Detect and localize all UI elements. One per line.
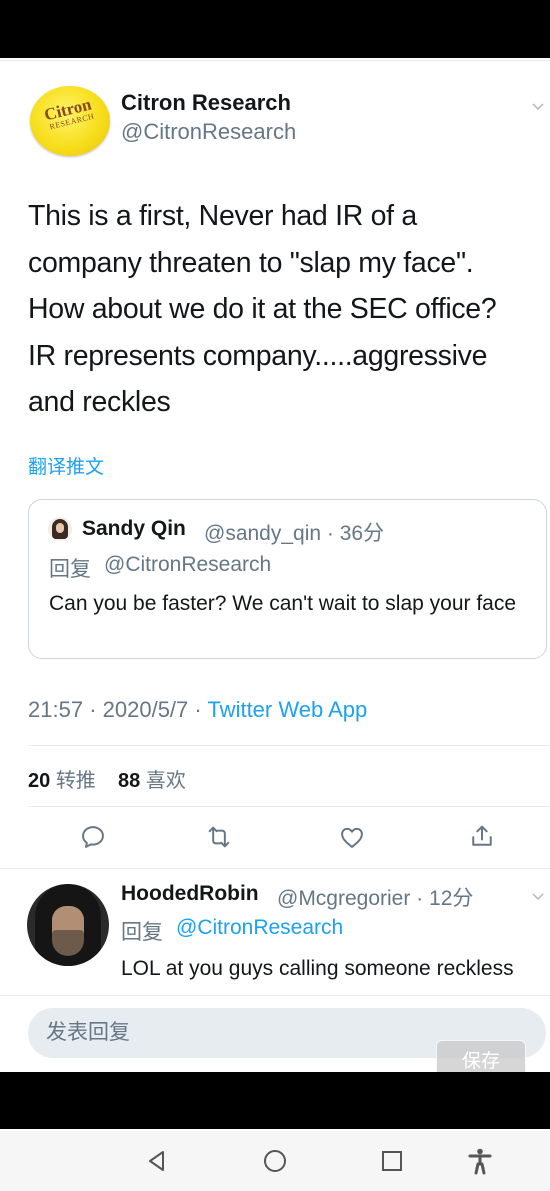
recent-apps-icon[interactable]: [378, 1147, 406, 1175]
tweet-text: This is a first, Never had IR of a compa…: [28, 200, 497, 419]
status-bar: [0, 0, 550, 58]
separator-dot: ·: [194, 697, 208, 722]
like-count[interactable]: 88: [118, 770, 140, 792]
reply-icon[interactable]: [79, 823, 107, 851]
share-icon[interactable]: [468, 822, 496, 850]
retweet-count-label[interactable]: 转推: [56, 770, 96, 792]
reply-text-container: LOL at you guys calling someone reckless: [121, 950, 546, 995]
quoted-author-avatar: [48, 517, 72, 541]
divider: [28, 806, 550, 807]
reply-author-avatar[interactable]: [27, 884, 109, 966]
quoted-reply-to: @CitronResearch: [104, 553, 272, 576]
quoted-tweet-text: Can you be faster? We can't wait to slap…: [49, 592, 517, 615]
chevron-down-icon[interactable]: [532, 890, 544, 902]
translate-tweet-link[interactable]: 翻译推文: [28, 452, 104, 479]
quoted-reply-prefix: 回复: [49, 558, 91, 581]
retweet-icon[interactable]: [205, 823, 233, 851]
tweet-source-link[interactable]: Twitter Web App: [207, 697, 367, 722]
tweet-time: 21:57: [28, 697, 84, 722]
reply-text: LOL at you guys calling someone reckless: [121, 957, 514, 980]
divider: [0, 868, 550, 869]
divider: [28, 745, 550, 746]
author-avatar[interactable]: Citron RESEARCH: [30, 86, 110, 156]
tweet-meta: 21:57 · 2020/5/7 · Twitter Web App: [28, 697, 367, 723]
home-icon[interactable]: [261, 1147, 289, 1175]
reply-prefix: 回复: [121, 921, 163, 944]
back-icon[interactable]: [143, 1147, 171, 1175]
quoted-author-handle: @sandy_qin · 36分: [204, 522, 385, 545]
like-icon[interactable]: [338, 823, 366, 851]
reply-author-handle[interactable]: @Mcgregorier · 12分: [277, 882, 473, 912]
black-band: [0, 1072, 550, 1129]
chevron-down-icon[interactable]: [532, 100, 544, 112]
reply-author-name[interactable]: HoodedRobin: [121, 882, 259, 906]
tweet-stats: 20 转推 88 喜欢: [28, 764, 186, 793]
retweet-count[interactable]: 20: [28, 770, 50, 792]
author-name[interactable]: Citron Research: [121, 90, 291, 116]
author-handle[interactable]: @CitronResearch: [121, 119, 296, 145]
divider: [0, 60, 550, 61]
tweet-date: 2020/5/7: [102, 697, 189, 722]
reply-to-link[interactable]: @CitronResearch: [176, 916, 343, 940]
quoted-author-name: Sandy Qin: [82, 517, 186, 540]
separator-dot: ·: [89, 697, 103, 722]
like-count-label[interactable]: 喜欢: [146, 770, 186, 792]
accessibility-icon[interactable]: [466, 1147, 494, 1175]
